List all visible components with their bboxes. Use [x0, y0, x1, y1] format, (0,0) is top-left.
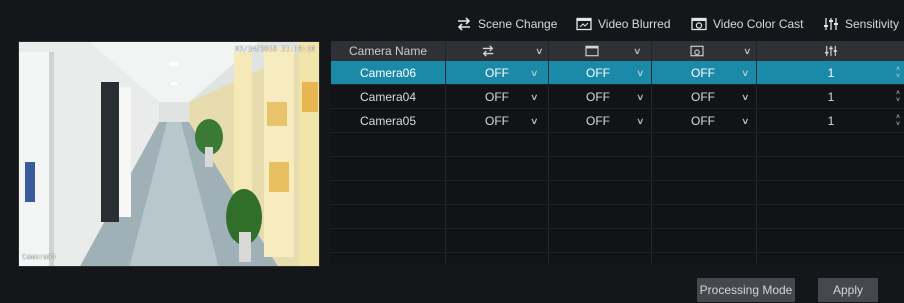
chevron-down-icon: ∨ [529, 91, 539, 102]
corridor-scene-image [19, 42, 319, 266]
scene-change-value: OFF [485, 66, 509, 80]
empty-row [331, 229, 904, 253]
scene-change-dropdown[interactable]: ∨ [525, 61, 543, 85]
apply-button[interactable]: Apply [818, 278, 878, 302]
header-camera-name: Camera Name [348, 44, 428, 58]
swap-arrows-icon [482, 45, 493, 57]
sliders-icon [823, 17, 839, 31]
camera-settings-table: Camera Name ∨ ∨ ∨ Camera06 OFF ∨ OFF ∨ O… [331, 41, 904, 263]
header-video-blurred[interactable] [548, 41, 636, 61]
column-divider [548, 41, 549, 263]
spinner-arrows-icon[interactable]: ˄ ˅ [894, 90, 902, 104]
video-blurred-value: OFF [586, 66, 610, 80]
video-color-cast-value: OFF [691, 66, 715, 80]
sensitivity-spinner[interactable]: 1 ˄ ˅ [757, 61, 904, 85]
video-blurred-select[interactable]: OFF [548, 85, 633, 109]
legend-sensitivity: Sensitivity [823, 15, 899, 33]
header-video-blurred-dropdown[interactable]: ∨ [628, 41, 646, 61]
swap-arrows-icon [456, 17, 472, 31]
scene-change-value: OFF [485, 114, 509, 128]
legend-scene-change: Scene Change [456, 15, 557, 33]
video-color-cast-value: OFF [691, 114, 715, 128]
camera-preview[interactable]: 03/24/2018 21:19:16 Camera05 [18, 41, 320, 267]
processing-mode-button[interactable]: Processing Mode [697, 278, 795, 302]
scene-change-dropdown[interactable]: ∨ [525, 85, 543, 109]
sliders-icon [824, 45, 837, 57]
column-divider [756, 41, 757, 263]
table-header: Camera Name ∨ ∨ ∨ [331, 41, 904, 61]
header-video-color-cast[interactable] [651, 41, 743, 61]
row-camera-name: Camera04 [359, 90, 417, 104]
header-video-color-cast-dropdown[interactable]: ∨ [738, 41, 756, 61]
empty-row [331, 157, 904, 181]
header-scene-change[interactable] [445, 41, 530, 61]
empty-row [331, 181, 904, 205]
scene-change-select[interactable]: OFF [451, 61, 536, 85]
video-blurred-dropdown[interactable]: ∨ [631, 85, 649, 109]
video-blurred-select[interactable]: OFF [548, 61, 633, 85]
header-scene-change-dropdown[interactable]: ∨ [530, 41, 548, 61]
scene-change-dropdown[interactable]: ∨ [525, 109, 543, 133]
video-color-cast-value: OFF [691, 90, 715, 104]
video-color-cast-select[interactable]: OFF [651, 85, 736, 109]
spinner-arrows-icon[interactable]: ˄ ˅ [894, 114, 902, 128]
video-blurred-value: OFF [586, 114, 610, 128]
empty-row [331, 133, 904, 157]
header-sensitivity [756, 41, 904, 61]
blurred-frame-icon [576, 17, 592, 31]
chevron-down-icon: ∨ [740, 67, 750, 78]
chevron-down-icon: ∨ [635, 91, 645, 102]
sensitivity-spinner[interactable]: 1 ˄ ˅ [757, 109, 904, 133]
osd-timestamp: 03/24/2018 21:19:16 [234, 45, 315, 53]
sensitivity-value: 1 [827, 66, 835, 80]
row-camera-name: Camera05 [359, 114, 417, 128]
video-blurred-value: OFF [586, 90, 610, 104]
chevron-down-icon: ∨ [632, 45, 642, 56]
legend-scene-change-label: Scene Change [478, 17, 558, 31]
video-color-cast-dropdown[interactable]: ∨ [736, 85, 754, 109]
legend-video-blurred: Video Blurred [576, 15, 671, 33]
blurred-frame-icon [585, 45, 599, 57]
row-camera-name: Camera06 [359, 66, 417, 80]
legend-sensitivity-label: Sensitivity [845, 17, 900, 31]
empty-row [331, 205, 904, 229]
video-blurred-dropdown[interactable]: ∨ [631, 61, 649, 85]
video-color-cast-dropdown[interactable]: ∨ [736, 109, 754, 133]
color-cast-icon [691, 17, 707, 31]
chevron-down-icon: ∨ [529, 115, 539, 126]
column-divider [651, 41, 652, 263]
sensitivity-value: 1 [827, 114, 835, 128]
sensitivity-value: 1 [827, 90, 835, 104]
spinner-arrows-icon[interactable]: ˄ ˅ [894, 66, 902, 80]
video-blurred-select[interactable]: OFF [548, 109, 633, 133]
video-color-cast-select[interactable]: OFF [651, 61, 736, 85]
video-color-cast-select[interactable]: OFF [651, 109, 736, 133]
chevron-down-icon: ∨ [635, 67, 645, 78]
scene-change-select[interactable]: OFF [451, 85, 536, 109]
chevron-down-icon: ∨ [534, 45, 544, 56]
column-divider [445, 41, 446, 263]
chevron-down-icon: ∨ [740, 91, 750, 102]
video-color-cast-dropdown[interactable]: ∨ [736, 61, 754, 85]
chevron-down-icon: ∨ [742, 45, 752, 56]
chevron-down-icon: ∨ [635, 115, 645, 126]
sensitivity-spinner[interactable]: 1 ˄ ˅ [757, 85, 904, 109]
chevron-down-icon: ∨ [529, 67, 539, 78]
color-cast-icon [690, 45, 704, 57]
scene-change-select[interactable]: OFF [451, 109, 536, 133]
legend-video-color-cast-label: Video Color Cast [713, 17, 804, 31]
video-blurred-dropdown[interactable]: ∨ [631, 109, 649, 133]
chevron-down-icon: ∨ [740, 115, 750, 126]
scene-change-value: OFF [485, 90, 509, 104]
legend-video-blurred-label: Video Blurred [598, 17, 671, 31]
osd-camera-name: Camera05 [22, 253, 56, 261]
legend-bar: Scene Change Video Blurred Video Color C… [0, 0, 904, 42]
legend-video-color-cast: Video Color Cast [691, 15, 804, 33]
